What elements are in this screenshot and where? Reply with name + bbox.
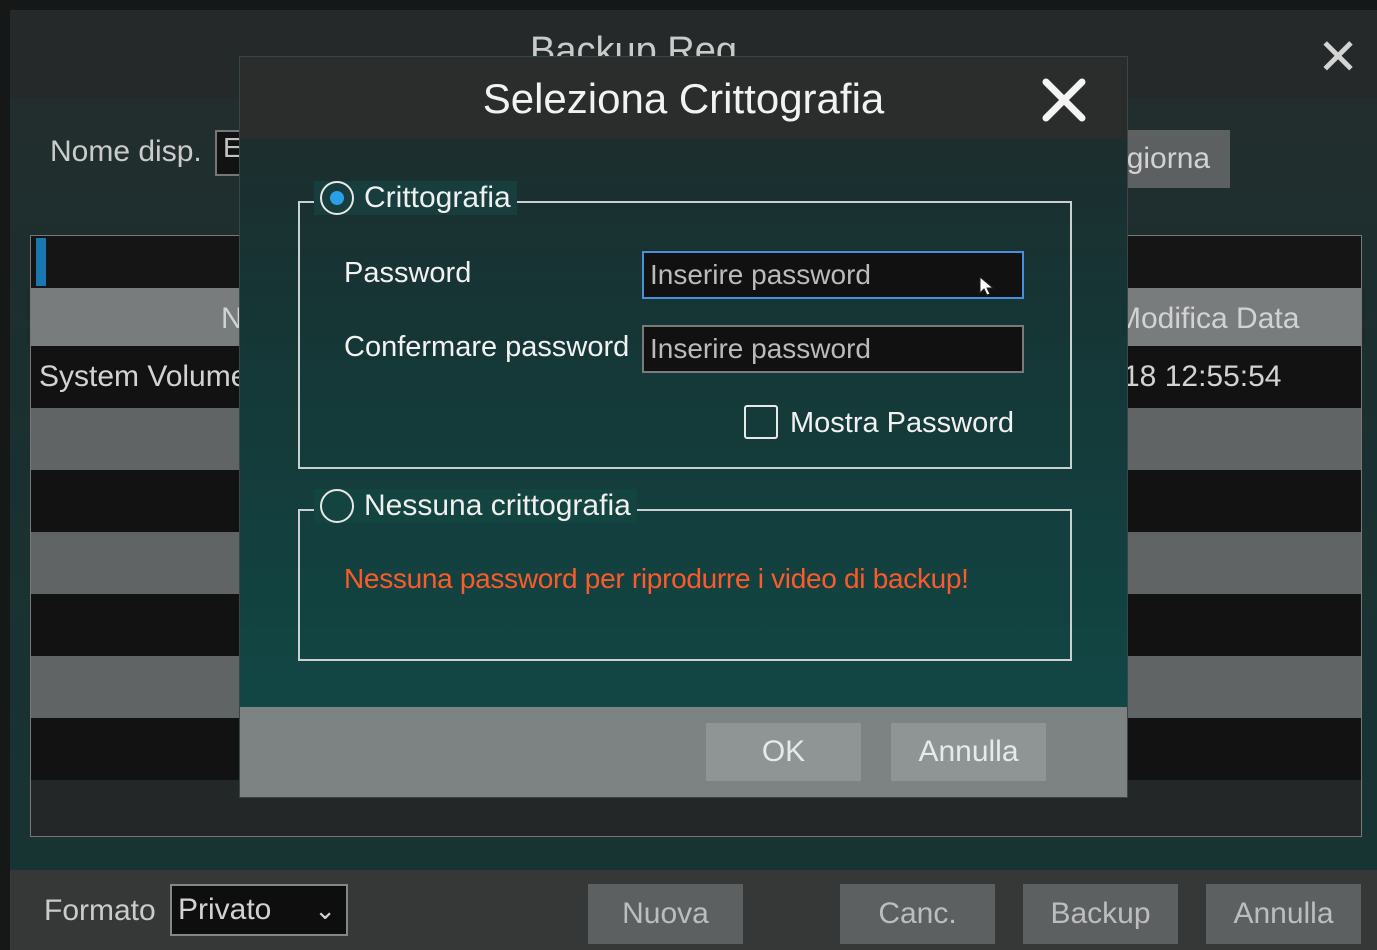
- no-password-warning: Nessuna password per riprodurre i video …: [344, 563, 969, 594]
- password-label: Password: [344, 257, 472, 289]
- no-encryption-radio-label: Nessuna crittografia: [364, 489, 631, 522]
- cancel-button[interactable]: Annulla: [891, 723, 1046, 781]
- encryption-radio[interactable]: [320, 181, 354, 215]
- encryption-radio-label: Crittografia: [364, 181, 511, 214]
- confirm-password-input[interactable]: Inserire password: [642, 325, 1024, 373]
- encryption-option[interactable]: Crittografia: [314, 181, 517, 215]
- show-password-checkbox[interactable]: [744, 405, 778, 439]
- dialog-titlebar: Seleziona Crittografia: [240, 57, 1127, 139]
- close-icon[interactable]: [1039, 75, 1089, 125]
- dialog-title: Seleziona Crittografia: [482, 75, 885, 122]
- password-input[interactable]: Inserire password: [642, 251, 1024, 299]
- ok-button[interactable]: OK: [706, 723, 861, 781]
- no-encryption-option[interactable]: Nessuna crittografia: [314, 489, 637, 523]
- encryption-group: Crittografia Password Inserire password …: [298, 181, 1072, 469]
- encryption-dialog: Seleziona Crittografia Crittografia Pass…: [240, 57, 1127, 797]
- no-encryption-radio[interactable]: [320, 489, 354, 523]
- dialog-footer: OK Annulla: [240, 707, 1127, 797]
- show-password-label: Mostra Password: [790, 407, 1015, 439]
- mouse-cursor-icon: [979, 275, 995, 296]
- confirm-password-label: Confermare password: [344, 331, 630, 363]
